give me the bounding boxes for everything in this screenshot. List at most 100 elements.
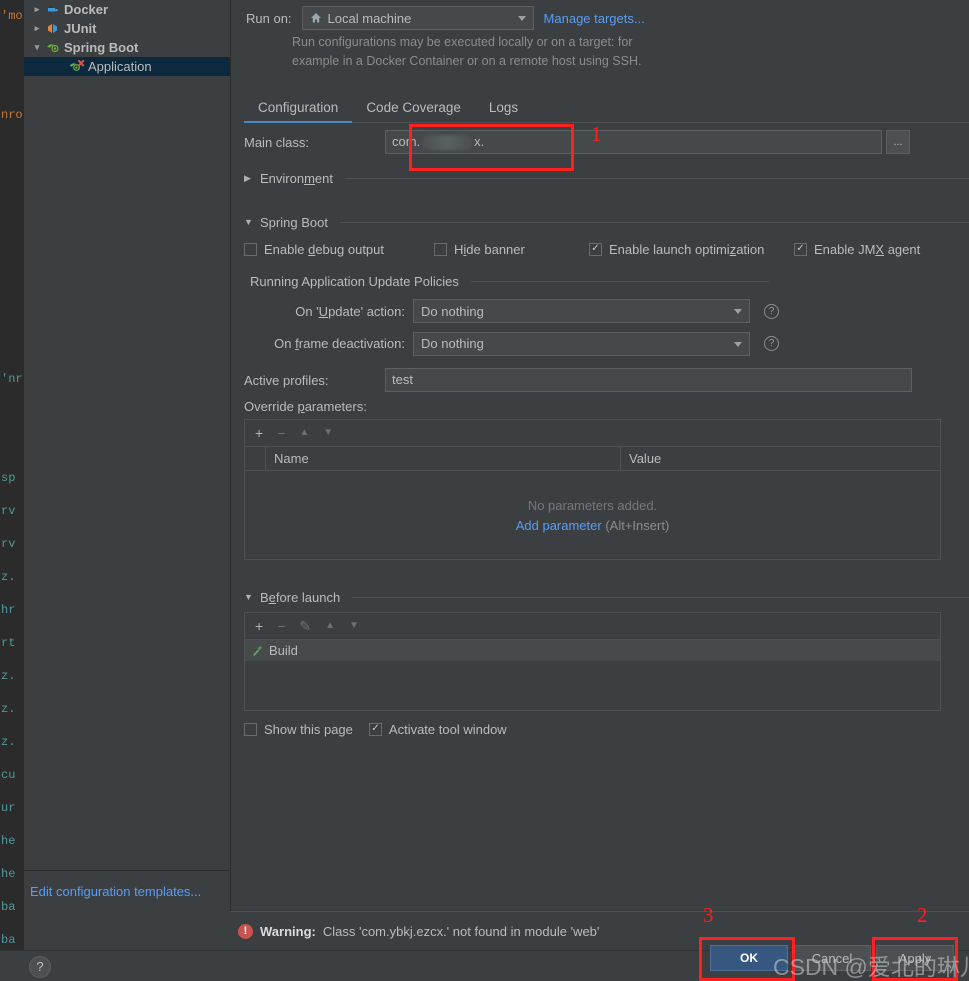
tab-code-coverage[interactable]: Code Coverage	[352, 96, 475, 122]
run-on-target-value: Local machine	[327, 10, 412, 26]
chevron-down-icon	[734, 341, 742, 347]
section-rule	[345, 177, 969, 179]
manage-targets-link[interactable]: Manage targets...	[544, 11, 645, 26]
tab-configuration[interactable]: Configuration	[244, 96, 353, 123]
background-editor-strip: 'mo nro'nr sp rv rv z. hr rt z. z. z. cu ur he he ba ba	[0, 0, 24, 981]
tree-item-label: Application	[88, 59, 152, 74]
tree-list: ▸ Docker ▸ JUnit ▾ Spring Boot Application	[24, 0, 230, 76]
main-class-browse-button[interactable]: ...	[886, 130, 910, 154]
chevron-down-icon[interactable]: ▾	[30, 38, 44, 57]
remove-task-button[interactable]: −	[277, 619, 285, 633]
spring-icon	[44, 41, 61, 54]
run-on-row: Run on: Local machine Manage targets...	[246, 6, 645, 30]
cancel-button[interactable]: Cancel	[793, 945, 871, 971]
on-frame-deactivation-help-icon[interactable]: ?	[764, 336, 779, 351]
move-parameter-down-button[interactable]: ▼	[323, 428, 333, 438]
on-update-action-value: Do nothing	[421, 303, 484, 319]
on-frame-deactivation-label: On frame deactivation:	[274, 336, 405, 351]
before-launch-task-label: Build	[269, 643, 298, 658]
move-task-up-button[interactable]: ▲	[325, 621, 335, 631]
edit-configuration-templates-link[interactable]: Edit configuration templates...	[24, 884, 201, 899]
add-parameter-link[interactable]: Add parameter	[516, 518, 602, 533]
sidebar-item-docker[interactable]: ▸ Docker	[24, 0, 230, 19]
ok-button[interactable]: OK	[710, 945, 788, 971]
override-parameters-panel: + − ▲ ▼ Name Value No parameters added. …	[244, 419, 941, 560]
checkbox-label: Hide banner	[454, 241, 525, 257]
section-rule	[352, 596, 969, 598]
apply-button[interactable]: Apply	[876, 945, 954, 971]
checkbox-unchecked-icon	[434, 242, 447, 256]
environment-section-header[interactable]: ▶ Environment	[230, 164, 969, 192]
run-on-target-combo[interactable]: Local machine	[301, 6, 534, 30]
on-update-action-row: On 'Update' action: Do nothing ?	[230, 296, 969, 326]
home-icon	[310, 12, 322, 24]
before-launch-options-row: Show this page ✓ Activate tool window	[230, 711, 969, 747]
tree-item-label: Spring Boot	[64, 40, 139, 55]
environment-section-title: Environment	[260, 170, 333, 186]
on-frame-deactivation-combo[interactable]: Do nothing	[413, 331, 750, 356]
on-update-help-icon[interactable]: ?	[764, 303, 779, 319]
sidebar-item-junit[interactable]: ▸ JUnit	[24, 19, 230, 38]
run-on-hint: Run configurations may be executed local…	[292, 33, 932, 71]
help-button[interactable]: ?	[29, 956, 51, 978]
checkbox-enable-debug-output[interactable]: Enable debug output	[244, 242, 434, 257]
checkbox-checked-icon: ✓	[368, 722, 382, 736]
add-parameter-shortcut: (Alt+Insert)	[605, 517, 670, 533]
before-launch-title: Before launch	[260, 589, 341, 605]
main-class-input[interactable]: com. x.	[385, 130, 882, 154]
sidebar-item-spring-boot[interactable]: ▾ Spring Boot	[24, 38, 230, 57]
before-launch-task-build[interactable]: Build	[245, 640, 940, 661]
run-on-label: Run on:	[246, 10, 292, 26]
move-task-down-button[interactable]: ▼	[349, 621, 359, 631]
main-class-row: Main class: com. x. ...	[230, 126, 969, 158]
subsection-rule	[470, 280, 769, 282]
before-launch-toolbar: + − ✎ ▲ ▼	[245, 612, 940, 640]
update-policies-subheader: Running Application Update Policies	[230, 266, 969, 296]
checkbox-enable-launch-optimization[interactable]: ✓ Enable launch optimization	[589, 242, 794, 257]
tab-logs[interactable]: Logs	[475, 96, 532, 122]
add-parameter-button[interactable]: +	[255, 426, 263, 440]
override-parameters-empty-state: No parameters added. Add parameter (Alt+…	[245, 471, 940, 559]
edit-task-button[interactable]: ✎	[299, 619, 311, 633]
checkbox-show-this-page[interactable]: Show this page	[244, 722, 353, 737]
warning-message: Class 'com.ybkj.ezcx.' not found in modu…	[322, 923, 600, 939]
before-launch-panel: + − ✎ ▲ ▼ Build	[244, 612, 941, 711]
add-task-button[interactable]: +	[255, 619, 263, 633]
chevron-right-icon[interactable]: ▸	[30, 0, 44, 19]
screenshot-root: 'mo nro'nr sp rv rv z. hr rt z. z. z. cu ur he he ba ba …	[0, 0, 969, 981]
before-launch-section-header[interactable]: ▼ Before launch	[230, 582, 969, 612]
warning-prefix: Warning:	[260, 923, 316, 939]
override-parameters-toolbar: + − ▲ ▼	[245, 420, 940, 447]
chevron-down-icon	[517, 16, 526, 21]
spring-boot-section-header[interactable]: ▼ Spring Boot	[230, 208, 969, 236]
chevron-right-icon[interactable]: ▸	[30, 19, 44, 38]
configuration-tabs: Configuration Code Coverage Logs	[244, 96, 969, 123]
move-parameter-up-button[interactable]: ▲	[299, 428, 309, 438]
checkbox-checked-icon: ✓	[794, 242, 807, 256]
active-profiles-input[interactable]: test	[385, 368, 912, 392]
on-frame-deactivation-row: On frame deactivation: Do nothing ?	[230, 326, 969, 361]
docker-icon	[44, 3, 61, 16]
active-profiles-row: Active profiles: test	[230, 365, 969, 395]
configurations-tree: ▸ Docker ▸ JUnit ▾ Spring Boot Application Edi…	[24, 0, 231, 911]
sidebar-item-application[interactable]: Application	[24, 57, 230, 76]
on-update-action-combo[interactable]: Do nothing	[413, 299, 750, 323]
on-frame-deactivation-value: Do nothing	[421, 336, 484, 351]
checkbox-hide-banner[interactable]: Hide banner	[434, 242, 589, 257]
main-class-value-suffix: x.	[474, 134, 485, 149]
chevron-right-icon: ▶	[244, 172, 251, 183]
chevron-down-icon: ▼	[244, 592, 253, 602]
column-header-name: Name	[266, 447, 621, 470]
remove-parameter-button[interactable]: −	[277, 426, 285, 440]
chevron-down-icon: ▼	[244, 217, 253, 227]
checkbox-label: Activate tool window	[388, 721, 507, 737]
empty-message: No parameters added.	[527, 497, 658, 513]
update-policies-title: Running Application Update Policies	[250, 273, 459, 289]
tree-item-label: JUnit	[64, 21, 97, 36]
checkbox-unchecked-icon	[244, 242, 257, 256]
checkbox-enable-jmx-agent[interactable]: ✓ Enable JMX agent	[794, 242, 920, 257]
run-debug-configurations-dialog: ▸ Docker ▸ JUnit ▾ Spring Boot Application Edi…	[24, 0, 969, 981]
error-icon: !	[238, 923, 253, 939]
override-parameters-header: Name Value	[245, 447, 940, 471]
checkbox-activate-tool-window[interactable]: ✓ Activate tool window	[368, 721, 507, 737]
